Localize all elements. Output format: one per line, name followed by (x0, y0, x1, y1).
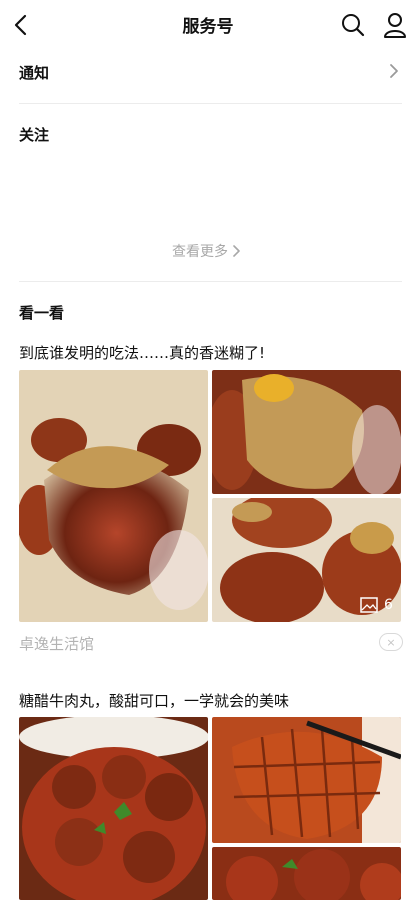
search-icon[interactable] (340, 12, 366, 38)
divider (19, 281, 402, 282)
article-image-main[interactable] (19, 370, 208, 622)
look-section-title: 看一看 (19, 304, 65, 322)
image-count: 6 (384, 597, 393, 613)
article-source[interactable]: 卓逸生活馆 (19, 633, 94, 654)
article-image-bottom-right[interactable] (212, 847, 401, 900)
divider (19, 103, 402, 104)
article-image-top-right[interactable] (212, 370, 401, 494)
article-title[interactable]: 糖醋牛肉丸，酸甜可口，一学就会的美味 (19, 690, 289, 711)
notice-row[interactable]: 通知 (19, 62, 49, 83)
view-more-label: 查看更多 (172, 244, 228, 260)
follow-section-title: 关注 (19, 126, 50, 144)
article-image-main[interactable] (19, 717, 208, 900)
chevron-right-icon (233, 245, 240, 257)
article-title[interactable]: 到底谁发明的吃法……真的香迷糊了! (19, 342, 265, 363)
profile-icon[interactable] (382, 11, 408, 39)
article-image-top-right[interactable] (212, 717, 401, 843)
image-gallery-icon (360, 597, 378, 613)
top-bar: 服务号 (0, 0, 416, 50)
view-more-link[interactable]: 查看更多 (172, 241, 242, 261)
image-count-badge: 6 (360, 597, 393, 613)
chevron-right-icon[interactable] (386, 62, 402, 80)
dismiss-button[interactable]: × (379, 633, 403, 651)
